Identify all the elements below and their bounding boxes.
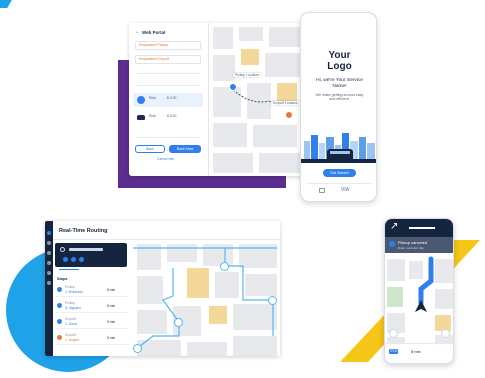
stop-type: Dropoff: [65, 333, 77, 337]
section-divider: [135, 73, 201, 74]
stop-check-icon: [57, 287, 62, 292]
stop-row[interactable]: Pickup A. Nguyen 8 min: [55, 299, 129, 313]
tab-underline[interactable]: [59, 269, 79, 270]
routing-title: Real-Time Routing: [59, 228, 108, 234]
portal-map[interactable]: Pickup Location Dropoff Location: [209, 23, 309, 176]
navigation-arrow-icon: [415, 300, 427, 312]
nav-rail-item[interactable]: [47, 241, 51, 245]
banner-subtitle: Rider canceled ride: [398, 246, 424, 250]
footer-brand: VIA: [341, 187, 350, 193]
back-button[interactable]: Back: [135, 145, 165, 153]
logo-line-2: Logo: [327, 61, 352, 72]
nav-rail-item[interactable]: [47, 261, 51, 265]
dropoff-tag: Dropoff Location: [271, 101, 300, 105]
routing-window: Real-Time Routing Stops Pickup J. Robins…: [45, 221, 280, 356]
ride-option-1[interactable]: Ride $ 4.00: [133, 93, 203, 107]
stop-time: 8 min: [107, 304, 116, 308]
ride-option-label: Ride: [149, 96, 156, 100]
pickup-tag: Pickup Location: [233, 73, 261, 77]
instruction-header: ↗: [385, 219, 453, 237]
portal-form-panel: ← Web Portal Requested Pickup Requested …: [129, 23, 209, 176]
filter-chip[interactable]: [71, 257, 76, 262]
route-stop-marker[interactable]: [268, 296, 277, 305]
stop-check-icon: [57, 335, 62, 340]
route-stop-marker[interactable]: [133, 344, 142, 353]
eta-value: 8 min: [411, 349, 421, 354]
back-arrow-icon[interactable]: ←: [135, 30, 140, 35]
stop-name: A. Nguyen: [65, 306, 81, 310]
stop-name: J. Robinson: [65, 290, 83, 294]
greeting-text: Hi, we're Your Service Name!: [316, 78, 363, 89]
portal-title: Web Portal: [142, 30, 166, 35]
map-control-button[interactable]: [389, 329, 398, 338]
stop-type: Pickup: [65, 285, 76, 289]
stop-row[interactable]: Dropoff J. Davis 9 min: [55, 315, 129, 329]
stop-time: 8 min: [107, 288, 116, 292]
portal-route-line: [232, 89, 290, 106]
stop-time: 6 min: [107, 336, 116, 340]
stop-row[interactable]: Dropoff L. Angelo 6 min: [55, 331, 129, 345]
route-stop-marker[interactable]: [220, 262, 229, 271]
ride-option-price: $ 5.00: [167, 114, 177, 118]
pickup-canceled-banner[interactable]: Pickup canceled Rider canceled ride: [385, 237, 453, 253]
stop-check-icon: [57, 303, 62, 308]
nav-rail-item[interactable]: [47, 251, 51, 255]
ride-option-label: Ride: [149, 114, 156, 118]
search-icon[interactable]: [60, 247, 65, 252]
stop-row[interactable]: Pickup J. Robinson 8 min: [55, 283, 129, 297]
get-started-button[interactable]: Get Started: [323, 169, 356, 177]
instruction-bar: [409, 227, 435, 229]
route-stop-marker[interactable]: [174, 318, 183, 327]
phone-splash: Your Logo Hi, we're Your Service Name! W…: [300, 12, 377, 202]
alert-icon: [389, 241, 395, 247]
footer-icon: [319, 188, 325, 193]
nav-rail-item[interactable]: [47, 281, 51, 285]
stop-name: J. Davis: [65, 322, 78, 326]
cancel-ride-link[interactable]: Cancel ride: [157, 157, 174, 161]
driver-phone: ↗ Pickup canceled Rider canceled ride ET…: [384, 218, 454, 364]
dropoff-field[interactable]: Requested Dropoff: [135, 55, 201, 64]
routing-map[interactable]: [133, 240, 280, 356]
nav-rail-item[interactable]: [47, 231, 51, 235]
routing-sidebar: Stops Pickup J. Robinson 8 min Pickup A.…: [55, 243, 131, 353]
bottom-sheet[interactable]: ETA 8 min: [385, 343, 453, 363]
cyan-accent-shape: [0, 0, 12, 8]
book-now-button[interactable]: Book Now: [169, 145, 201, 153]
search-input[interactable]: [69, 248, 103, 251]
turn-arrow-icon: ↗: [390, 221, 399, 232]
dropoff-pin-icon[interactable]: [285, 111, 293, 119]
banner-title: Pickup canceled: [398, 240, 428, 245]
nav-rail-item[interactable]: [47, 271, 51, 275]
stop-time: 9 min: [107, 320, 116, 324]
eta-tag: ETA: [389, 349, 399, 354]
footer-divider: [307, 183, 372, 184]
note-field[interactable]: [135, 131, 201, 138]
pickup-pin-icon[interactable]: [229, 83, 237, 91]
filter-chip[interactable]: [79, 257, 84, 262]
pickup-field[interactable]: Requested Pickup: [135, 41, 201, 50]
search-card: [55, 243, 127, 267]
stops-header: Stops: [57, 277, 68, 281]
web-portal-window: Pickup Location Dropoff Location ← Web P…: [129, 23, 309, 176]
stop-check-icon: [57, 319, 62, 324]
recenter-button[interactable]: [441, 329, 450, 338]
route-polyline: [133, 247, 277, 351]
passenger-field[interactable]: [135, 79, 201, 86]
logo-line-1: Your: [328, 50, 351, 61]
ride-option-2[interactable]: Ride $ 5.00: [133, 111, 203, 125]
car-icon: [137, 115, 145, 120]
stop-name: L. Angelo: [65, 338, 80, 342]
subtitle-text: We make getting around easy and efficien…: [315, 93, 364, 102]
stop-type: Dropoff: [65, 317, 77, 321]
filter-chip[interactable]: [63, 257, 68, 262]
ride-option-price: $ 4.00: [167, 96, 177, 100]
nav-rail: [45, 221, 53, 356]
ride-option-icon: [137, 96, 145, 104]
stop-type: Pickup: [65, 301, 76, 305]
bus-icon: [327, 149, 353, 160]
